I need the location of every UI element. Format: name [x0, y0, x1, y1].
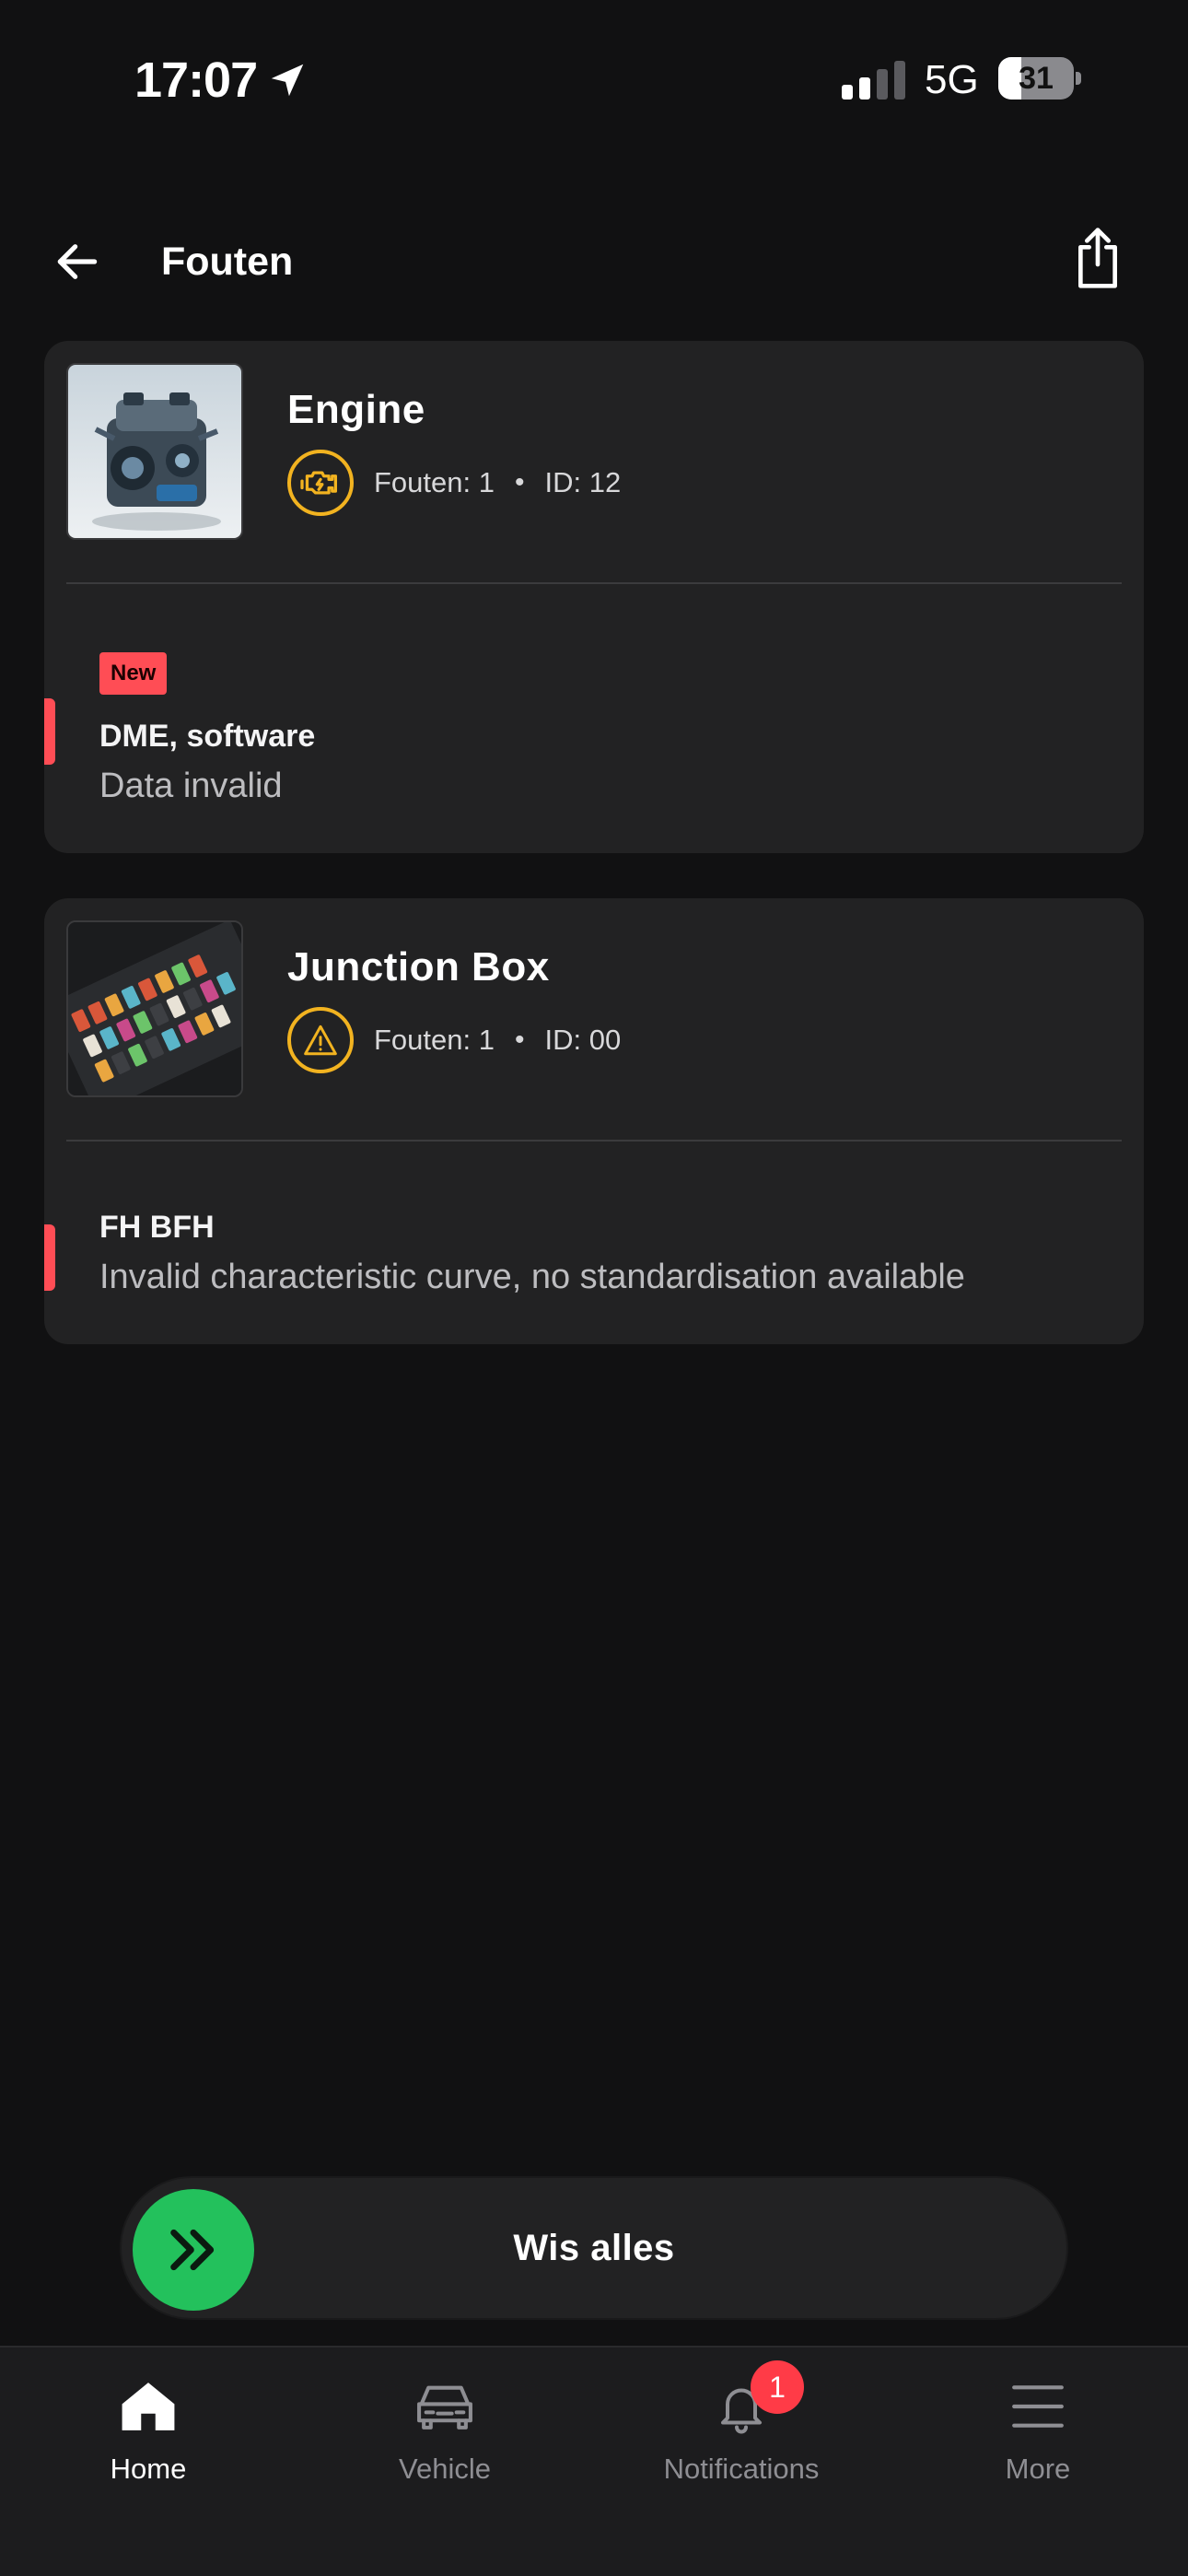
engine-image — [66, 363, 243, 540]
fault-severity-bar — [44, 1224, 55, 1291]
module-card-junction-box[interactable]: Junction Box Fouten: 1 • ID: 00 FH BFH I… — [44, 898, 1144, 1344]
swipe-handle[interactable] — [133, 2189, 254, 2311]
share-icon — [1078, 228, 1117, 288]
share-button[interactable] — [1068, 221, 1127, 295]
fault-count: Fouten: 1 — [374, 466, 495, 498]
fault-description: Invalid characteristic curve, no standar… — [99, 1258, 965, 1296]
module-id: ID: 00 — [544, 1024, 622, 1056]
back-button[interactable] — [48, 232, 107, 291]
card-divider — [66, 1140, 1122, 1142]
module-id: ID: 12 — [544, 466, 622, 498]
tab-label: Notifications — [663, 2453, 820, 2485]
notification-badge: 1 — [751, 2360, 804, 2414]
swipe-clear-all[interactable]: Wis alles — [120, 2176, 1068, 2320]
tab-bar: Home Vehicle 1 Notifications More — [0, 2346, 1188, 2576]
swipe-label: Wis alles — [513, 2227, 675, 2268]
new-badge: New — [99, 652, 168, 695]
engine-check-icon — [287, 450, 354, 516]
fault-item[interactable]: FH BFH Invalid characteristic curve, no … — [44, 1210, 1144, 1329]
battery-nub — [1076, 72, 1081, 85]
tab-vehicle[interactable]: Vehicle — [297, 2348, 593, 2513]
home-icon — [111, 2370, 185, 2443]
meta-separator: • — [514, 467, 525, 498]
tab-label: Home — [110, 2453, 187, 2485]
module-card-engine[interactable]: Engine Fouten: 1 • ID: 12 New DME, softw… — [44, 341, 1144, 853]
bell-icon: 1 — [705, 2360, 804, 2443]
tab-label: More — [1005, 2453, 1071, 2485]
screen: 17:07 5G 31 Fouten Engine Fouten: 1 • ID… — [0, 0, 1188, 2576]
location-arrow-icon — [271, 64, 304, 97]
arrow-left-icon — [57, 244, 98, 279]
double-chevron-right-icon — [170, 2229, 215, 2271]
module-name: Junction Box — [287, 944, 550, 989]
page-title: Fouten — [161, 240, 294, 284]
battery-percentage: 31 — [1019, 60, 1054, 96]
battery-icon: 31 — [998, 57, 1074, 100]
fault-title: FH BFH — [99, 1210, 215, 1245]
menu-icon — [1001, 2370, 1075, 2443]
cellular-signal-icon — [842, 61, 905, 100]
car-icon — [408, 2370, 482, 2443]
module-name: Engine — [287, 387, 425, 432]
fault-count: Fouten: 1 — [374, 1024, 495, 1056]
tab-notifications[interactable]: 1 Notifications — [593, 2348, 890, 2513]
tab-label: Vehicle — [399, 2453, 491, 2485]
status-time-text: 17:07 — [134, 53, 258, 108]
module-header: Junction Box Fouten: 1 • ID: 00 — [44, 898, 1144, 1142]
tab-home[interactable]: Home — [0, 2348, 297, 2513]
module-meta: Fouten: 1 • ID: 12 — [287, 450, 621, 516]
module-meta: Fouten: 1 • ID: 00 — [287, 1007, 621, 1073]
fault-item[interactable]: New DME, software Data invalid — [44, 652, 1144, 818]
fault-severity-bar — [44, 698, 55, 765]
fault-title: DME, software — [99, 719, 316, 754]
network-type: 5G — [925, 57, 979, 102]
warning-triangle-icon — [287, 1007, 354, 1073]
fault-description: Data invalid — [99, 767, 283, 805]
junction-box-image — [66, 920, 243, 1097]
meta-separator: • — [514, 1025, 525, 1055]
status-time: 17:07 — [134, 52, 309, 109]
module-header: Engine Fouten: 1 • ID: 12 — [44, 341, 1144, 584]
card-divider — [66, 582, 1122, 584]
battery-indicator: 31 — [998, 57, 1081, 100]
header: Fouten — [0, 212, 1188, 313]
tab-more[interactable]: More — [890, 2348, 1186, 2513]
status-bar: 17:07 5G 31 — [0, 0, 1188, 157]
